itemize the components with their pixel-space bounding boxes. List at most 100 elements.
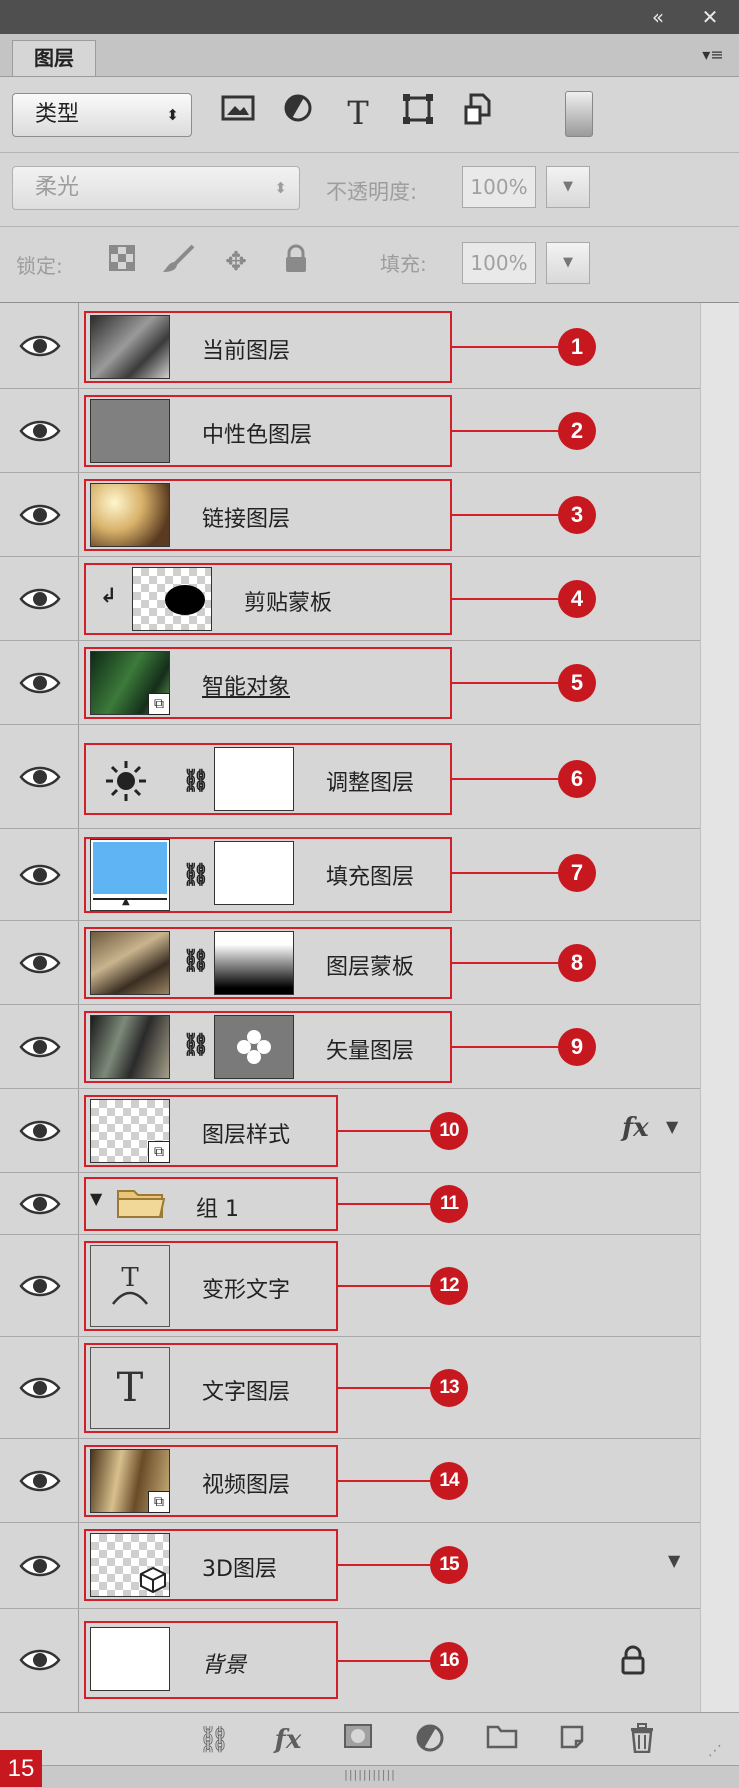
video-badge-icon: ⧉ bbox=[148, 1491, 170, 1513]
updown-arrows-icon: ⬍ bbox=[274, 179, 287, 197]
new-group-folder-icon[interactable] bbox=[482, 1723, 522, 1757]
resize-grip-icon[interactable]: ⋰ bbox=[708, 1743, 722, 1759]
eye-visibility-icon[interactable] bbox=[18, 1271, 62, 1301]
add-layer-style-fx-icon[interactable]: fx bbox=[268, 1723, 308, 1757]
callout-line bbox=[452, 346, 558, 348]
eye-visibility-icon[interactable] bbox=[18, 1116, 62, 1146]
eye-visibility-icon[interactable] bbox=[18, 762, 62, 792]
fill-baseline bbox=[93, 898, 167, 900]
layer-row[interactable]: ⧉ 视频图层 14 bbox=[0, 1439, 700, 1523]
group-expand-triangle-icon[interactable]: ▼ bbox=[90, 1189, 102, 1208]
callout-number-badge: 2 bbox=[558, 412, 596, 450]
layer-row[interactable]: 当前图层 1 bbox=[0, 303, 700, 389]
scrollbar-track[interactable] bbox=[700, 303, 739, 1712]
eye-visibility-icon[interactable] bbox=[18, 1551, 62, 1581]
eye-visibility-icon[interactable] bbox=[18, 1373, 62, 1403]
layer-row[interactable]: ▲ ⛓ 填充图层 7 bbox=[0, 829, 700, 921]
fill-field[interactable]: 100% bbox=[462, 242, 536, 284]
callout-line bbox=[338, 1203, 430, 1205]
eye-visibility-icon[interactable] bbox=[18, 1032, 62, 1062]
opacity-field[interactable]: 100% bbox=[462, 166, 536, 208]
layer-name: 当前图层 bbox=[202, 339, 291, 364]
layers-list: 当前图层 1 中性色图层 2 链接图层 3 ↲ 剪贴蒙板 4 ⧉ 智能对象 5 … bbox=[0, 303, 739, 1712]
expand-effects-icon[interactable]: ▼ bbox=[666, 1117, 678, 1136]
updown-arrows-icon: ⬍ bbox=[166, 106, 179, 124]
eye-visibility-icon[interactable] bbox=[18, 1645, 62, 1675]
layer-thumbnail bbox=[90, 1627, 170, 1691]
layer-row[interactable]: ↲ 剪贴蒙板 4 bbox=[0, 557, 700, 641]
link-layers-icon[interactable]: ⛓ bbox=[194, 1723, 234, 1757]
delete-layer-trash-icon[interactable] bbox=[622, 1723, 662, 1757]
drag-handle-icon[interactable]: ||||||||||| bbox=[340, 1768, 400, 1784]
fx-effects-icon[interactable]: fx bbox=[622, 1113, 649, 1143]
eye-visibility-icon[interactable] bbox=[18, 1466, 62, 1496]
callout-line bbox=[452, 962, 558, 964]
brightness-sun-icon bbox=[106, 761, 146, 801]
lock-label: 锁定: bbox=[16, 254, 63, 278]
layer-row[interactable]: ⛓ 调整图层 6 bbox=[0, 725, 700, 829]
smart-object-filter-icon[interactable] bbox=[458, 93, 498, 133]
close-panel-icon[interactable]: ✕ bbox=[696, 4, 724, 30]
panel-menu-icon[interactable]: ▾≡ bbox=[693, 42, 733, 68]
link-chain-icon[interactable]: ⛓ bbox=[182, 1029, 210, 1063]
link-chain-icon[interactable]: ⛓ bbox=[182, 945, 210, 979]
lock-transparent-pixels-icon[interactable] bbox=[104, 244, 140, 280]
eye-visibility-icon[interactable] bbox=[18, 500, 62, 530]
type-filter-icon[interactable]: T bbox=[338, 93, 378, 133]
layer-name: 文字图层 bbox=[202, 1380, 291, 1405]
layer-mask-thumbnail bbox=[214, 841, 294, 905]
expand-3d-icon[interactable]: ▼ bbox=[668, 1551, 680, 1570]
eye-visibility-icon[interactable] bbox=[18, 1189, 62, 1219]
tab-layers[interactable]: 图层 bbox=[12, 40, 96, 76]
lock-position-move-icon[interactable]: ✥ bbox=[218, 244, 254, 280]
smart-object-badge-icon: ⧉ bbox=[148, 1141, 170, 1163]
layer-row[interactable]: ⧉ 图层样式 10 fx ▼ bbox=[0, 1089, 700, 1173]
layer-row[interactable]: 中性色图层 2 bbox=[0, 389, 700, 473]
layer-name: 背景 bbox=[202, 1653, 247, 1678]
new-adjustment-layer-icon[interactable] bbox=[410, 1723, 450, 1757]
link-chain-icon[interactable]: ⛓ bbox=[182, 765, 210, 799]
filter-toggle-switch[interactable] bbox=[565, 91, 593, 137]
lock-image-pixels-brush-icon[interactable] bbox=[160, 244, 196, 280]
layer-row[interactable]: ⛓ 图层蒙板 8 bbox=[0, 921, 700, 1005]
image-filter-icon[interactable] bbox=[218, 93, 258, 133]
new-layer-icon[interactable] bbox=[552, 1723, 592, 1757]
callout-number-badge: 13 bbox=[430, 1369, 468, 1407]
add-mask-icon[interactable] bbox=[338, 1723, 378, 1757]
fill-dropdown-button[interactable]: ▼ bbox=[546, 242, 590, 284]
lock-all-icon[interactable] bbox=[278, 244, 314, 280]
blend-mode-select[interactable]: 柔光 ⬍ bbox=[12, 166, 300, 210]
callout-line bbox=[452, 514, 558, 516]
layer-row[interactable]: 背景 16 bbox=[0, 1609, 700, 1712]
layer-name: 3D图层 bbox=[202, 1557, 277, 1582]
link-chain-icon[interactable]: ⛓ bbox=[182, 859, 210, 893]
layer-row[interactable]: 3D图层 15 ▼ bbox=[0, 1523, 700, 1609]
eye-visibility-icon[interactable] bbox=[18, 668, 62, 698]
callout-line bbox=[338, 1660, 430, 1662]
layer-row[interactable]: T 文字图层 13 bbox=[0, 1337, 700, 1439]
shape-filter-icon[interactable] bbox=[398, 93, 438, 133]
filter-kind-select[interactable]: 类型 ⬍ bbox=[12, 93, 192, 137]
layer-row[interactable]: ⛓ 矢量图层 9 bbox=[0, 1005, 700, 1089]
eye-visibility-icon[interactable] bbox=[18, 331, 62, 361]
layer-row[interactable]: ⧉ 智能对象 5 bbox=[0, 641, 700, 725]
eye-visibility-icon[interactable] bbox=[18, 860, 62, 890]
opacity-dropdown-button[interactable]: ▼ bbox=[546, 166, 590, 208]
layer-name: 剪贴蒙板 bbox=[244, 591, 333, 616]
eye-visibility-icon[interactable] bbox=[18, 584, 62, 614]
callout-number-badge: 7 bbox=[558, 854, 596, 892]
callout-line bbox=[338, 1285, 430, 1287]
panel-tab-row: 图层 ▾≡ bbox=[0, 34, 739, 77]
layer-row[interactable]: T 变形文字 12 bbox=[0, 1235, 700, 1337]
eye-visibility-icon[interactable] bbox=[18, 416, 62, 446]
panel-status-strip: ||||||||||| bbox=[0, 1765, 739, 1788]
layer-thumbnail bbox=[90, 1533, 170, 1597]
3d-cube-icon bbox=[140, 1566, 166, 1594]
figure-number-badge: 15 bbox=[0, 1750, 42, 1787]
layer-mask-thumbnail bbox=[214, 931, 294, 995]
layer-row[interactable]: ▼ 组 1 11 bbox=[0, 1173, 700, 1235]
layer-row[interactable]: 链接图层 3 bbox=[0, 473, 700, 557]
collapse-panel-icon[interactable]: « bbox=[644, 4, 672, 30]
adjustment-filter-icon[interactable] bbox=[278, 93, 318, 133]
eye-visibility-icon[interactable] bbox=[18, 948, 62, 978]
